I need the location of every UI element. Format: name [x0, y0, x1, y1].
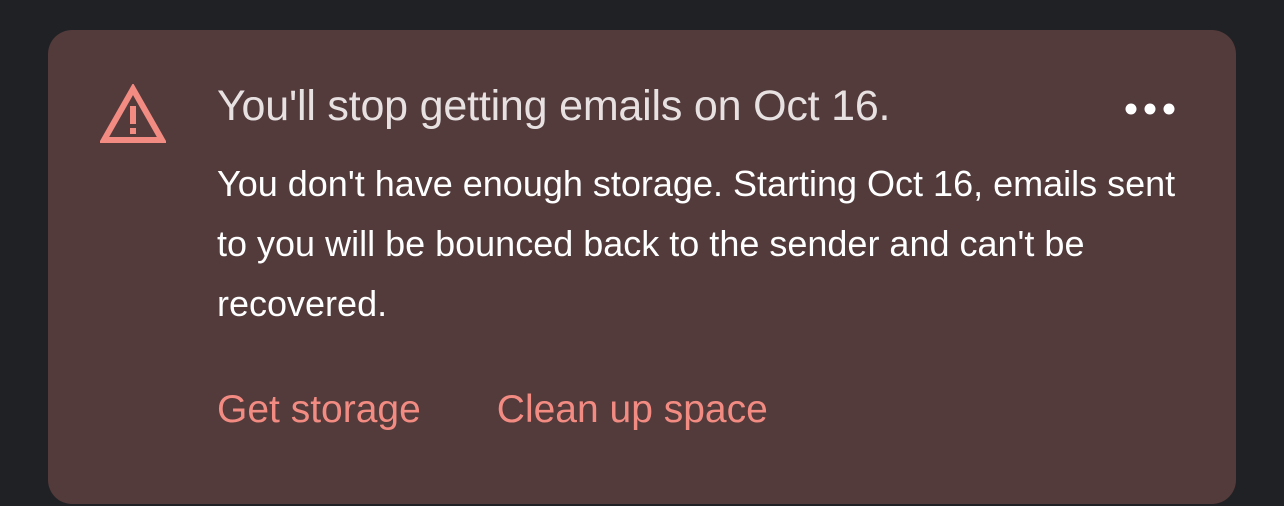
more-options-icon: [1125, 103, 1175, 115]
banner-message: You don't have enough storage. Starting …: [217, 163, 1176, 324]
get-storage-button[interactable]: Get storage: [217, 382, 421, 438]
banner-title: You'll stop getting emails on Oct 16.: [217, 82, 891, 130]
storage-warning-banner: You'll stop getting emails on Oct 16. Yo…: [48, 30, 1236, 504]
clean-up-space-button[interactable]: Clean up space: [497, 382, 768, 438]
warning-icon: [100, 84, 166, 144]
banner-actions: Get storage Clean up space: [217, 382, 768, 438]
more-options-button[interactable]: [1114, 92, 1186, 126]
